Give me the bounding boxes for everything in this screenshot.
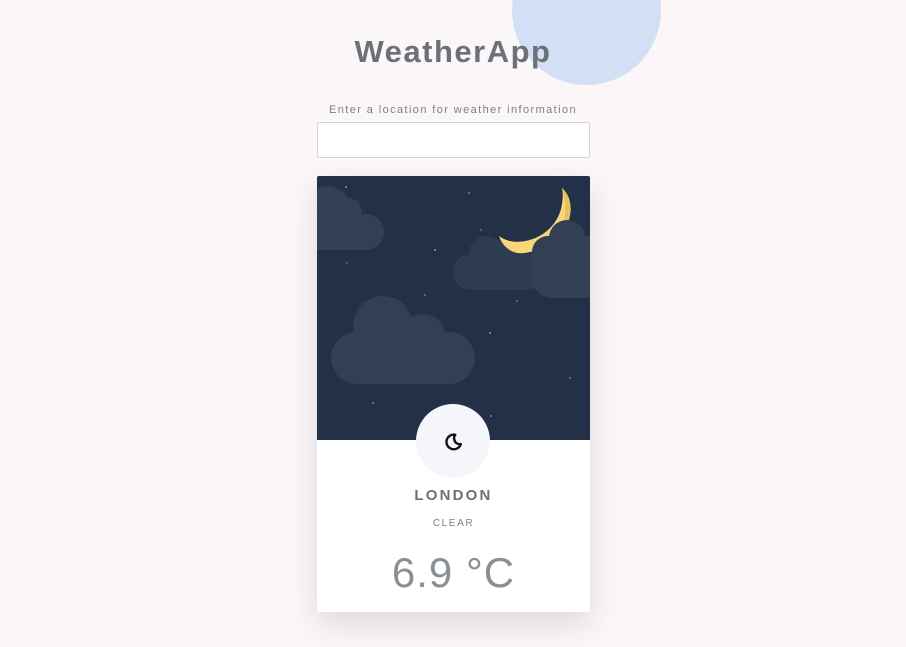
cloud-top-left bbox=[317, 186, 384, 250]
star bbox=[480, 229, 482, 231]
star bbox=[424, 294, 426, 296]
location-search-input[interactable] bbox=[317, 122, 590, 158]
weather-condition: CLEAR bbox=[432, 518, 475, 529]
star bbox=[434, 249, 436, 251]
night-sky-scene bbox=[317, 186, 590, 417]
night-sky-illustration bbox=[317, 176, 590, 440]
star bbox=[569, 377, 571, 379]
star bbox=[345, 186, 347, 188]
app-title: WeatherApp bbox=[354, 34, 552, 69]
weather-card: LONDON CLEAR 6.9 °C bbox=[317, 176, 590, 612]
star bbox=[468, 192, 470, 194]
weather-icon-badge bbox=[416, 404, 490, 478]
star bbox=[490, 415, 492, 417]
star bbox=[346, 262, 348, 264]
star bbox=[372, 402, 374, 404]
search-label: Enter a location for weather information bbox=[329, 104, 577, 116]
moon-icon bbox=[445, 433, 462, 451]
cloud-large-center bbox=[331, 296, 475, 384]
star bbox=[516, 300, 518, 302]
city-name: LONDON bbox=[414, 487, 493, 504]
cloud-right bbox=[531, 220, 590, 298]
temperature: 6.9 °C bbox=[391, 549, 516, 596]
star bbox=[489, 332, 491, 334]
